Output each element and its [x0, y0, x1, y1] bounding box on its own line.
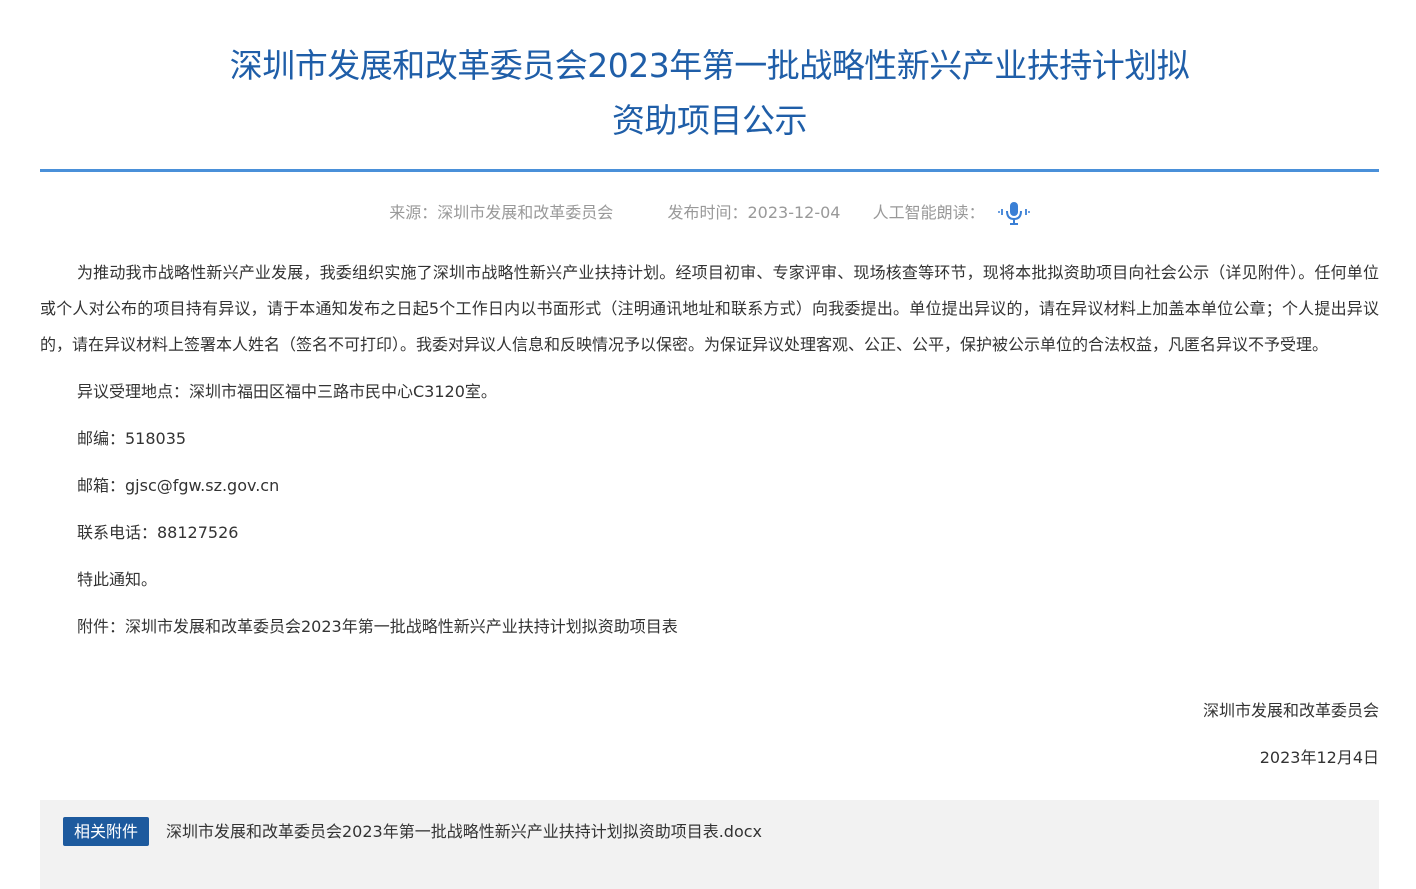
signer: 深圳市发展和改革委员会	[1202, 701, 1379, 720]
attachment-line: 附件：深圳市发展和改革委员会2023年第一批战略性新兴产业扶持计划拟资助项目表	[77, 617, 678, 636]
title-divider	[40, 169, 1379, 172]
phone-line: 联系电话：88127526	[77, 523, 239, 542]
title-line-2: 资助项目公示	[612, 101, 808, 140]
microphone-icon[interactable]	[998, 199, 1030, 227]
article-body: 为推动我市战略性新兴产业发展，我委组织实施了深圳市战略性新兴产业扶持计划。经项目…	[40, 255, 1379, 645]
tts-label: 人工智能朗读：	[872, 202, 985, 222]
source-value: 深圳市发展和改革委员会	[437, 202, 614, 222]
attachment-file-link[interactable]: 深圳市发展和改革委员会2023年第一批战略性新兴产业扶持计划拟资助项目表.doc…	[166, 817, 762, 846]
sign-date: 2023年12月4日	[1259, 748, 1379, 767]
address-line: 异议受理地点：深圳市福田区福中三路市民中心C3120室。	[77, 382, 497, 401]
attachments-panel: 相关附件 深圳市发展和改革委员会2023年第一批战略性新兴产业扶持计划拟资助项目…	[40, 800, 1379, 889]
attachments-badge: 相关附件	[63, 817, 150, 846]
title-line-1: 深圳市发展和改革委员会2023年第一批战略性新兴产业扶持计划拟	[229, 46, 1190, 85]
intro-paragraph: 为推动我市战略性新兴产业发展，我委组织实施了深圳市战略性新兴产业扶持计划。经项目…	[40, 263, 1379, 354]
email-line: 邮箱：gjsc@fgw.sz.gov.cn	[77, 476, 280, 495]
date-label: 发布时间：	[667, 202, 748, 222]
date-value: 2023-12-04	[747, 202, 841, 222]
postcode-line: 邮编：518035	[77, 429, 187, 448]
source-label: 来源：	[389, 202, 438, 222]
notice-line: 特此通知。	[77, 570, 158, 589]
page-title: 深圳市发展和改革委员会2023年第一批战略性新兴产业扶持计划拟 资助项目公示	[40, 38, 1379, 148]
article-meta: 来源：深圳市发展和改革委员会 发布时间：2023-12-04 人工智能朗读：	[40, 198, 1379, 227]
